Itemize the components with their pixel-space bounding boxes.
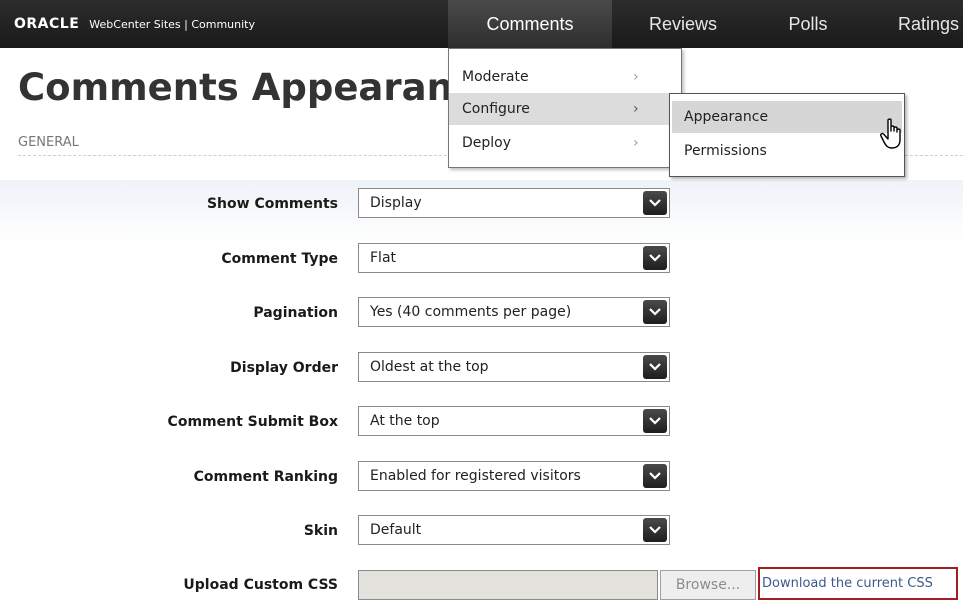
chevron-down-icon[interactable] [643,464,667,488]
chevron-right-icon: › [633,135,639,151]
chevron-right-icon: › [633,101,639,117]
comment-ranking-select[interactable]: Enabled for registered visitors [358,461,670,491]
brand: ORACLE WebCenter Sites | Community [14,0,255,48]
skin-label: Skin [303,523,338,539]
hand-cursor-icon [880,118,906,154]
menu-item-moderate[interactable]: Moderate › [449,61,681,93]
chevron-down-icon[interactable] [643,300,667,324]
submenu-item-appearance[interactable]: Appearance [672,101,902,133]
comment-submit-box-label: Comment Submit Box [167,414,338,430]
chevron-down-icon[interactable] [643,518,667,542]
upload-file-input[interactable] [358,570,658,600]
tab-ratings[interactable]: Ratings [886,0,963,48]
comments-dropdown-menu: Moderate › Configure › Deploy › [448,48,682,168]
tab-polls[interactable]: Polls [760,0,856,48]
comment-submit-box-select[interactable]: At the top [358,406,670,436]
show-comments-value: Display [370,195,422,211]
menu-item-configure-label: Configure [462,101,530,117]
section-label: GENERAL [18,135,79,150]
skin-value: Default [370,522,422,538]
download-css-link[interactable]: Download the current CSS [758,567,958,600]
show-comments-label: Show Comments [206,196,338,212]
tab-ratings-label: Ratings [898,13,960,34]
submenu-item-permissions[interactable]: Permissions [672,135,902,167]
tab-comments[interactable]: Comments [448,0,612,48]
browse-button[interactable]: Browse... [660,570,756,600]
chevron-down-icon[interactable] [643,409,667,433]
menu-item-deploy[interactable]: Deploy › [449,127,681,159]
comment-submit-box-value: At the top [370,413,440,429]
top-navigation-bar: ORACLE WebCenter Sites | Community Comme… [0,0,963,48]
submenu-item-appearance-label: Appearance [684,109,769,125]
comment-ranking-label: Comment Ranking [193,469,338,485]
comment-ranking-value: Enabled for registered visitors [370,468,581,484]
comment-type-label: Comment Type [221,251,338,267]
pagination-value: Yes (40 comments per page) [370,304,572,320]
chevron-down-icon[interactable] [643,191,667,215]
comment-type-value: Flat [370,250,397,266]
display-order-select[interactable]: Oldest at the top [358,352,670,382]
menu-item-deploy-label: Deploy [462,135,512,151]
pagination-label: Pagination [253,305,338,321]
show-comments-select[interactable]: Display [358,188,670,218]
pagination-select[interactable]: Yes (40 comments per page) [358,297,670,327]
upload-custom-css-label: Upload Custom CSS [183,577,338,593]
oracle-logo: ORACLE [14,16,80,32]
display-order-label: Display Order [230,360,338,376]
display-order-value: Oldest at the top [370,359,489,375]
tab-reviews[interactable]: Reviews [628,0,738,48]
skin-select[interactable]: Default [358,515,670,545]
chevron-right-icon: › [633,69,639,85]
tab-polls-label: Polls [788,13,828,34]
tab-comments-label: Comments [486,13,574,34]
comment-type-select[interactable]: Flat [358,243,670,273]
menu-item-configure[interactable]: Configure › [449,93,681,125]
configure-submenu: Appearance Permissions [669,93,905,177]
submenu-item-permissions-label: Permissions [684,143,767,159]
chevron-down-icon[interactable] [643,246,667,270]
chevron-down-icon[interactable] [643,355,667,379]
app-title: WebCenter Sites | Community [89,17,255,31]
tab-reviews-label: Reviews [648,13,718,34]
menu-item-moderate-label: Moderate [462,69,529,85]
page-title: Comments Appearance [18,66,500,109]
